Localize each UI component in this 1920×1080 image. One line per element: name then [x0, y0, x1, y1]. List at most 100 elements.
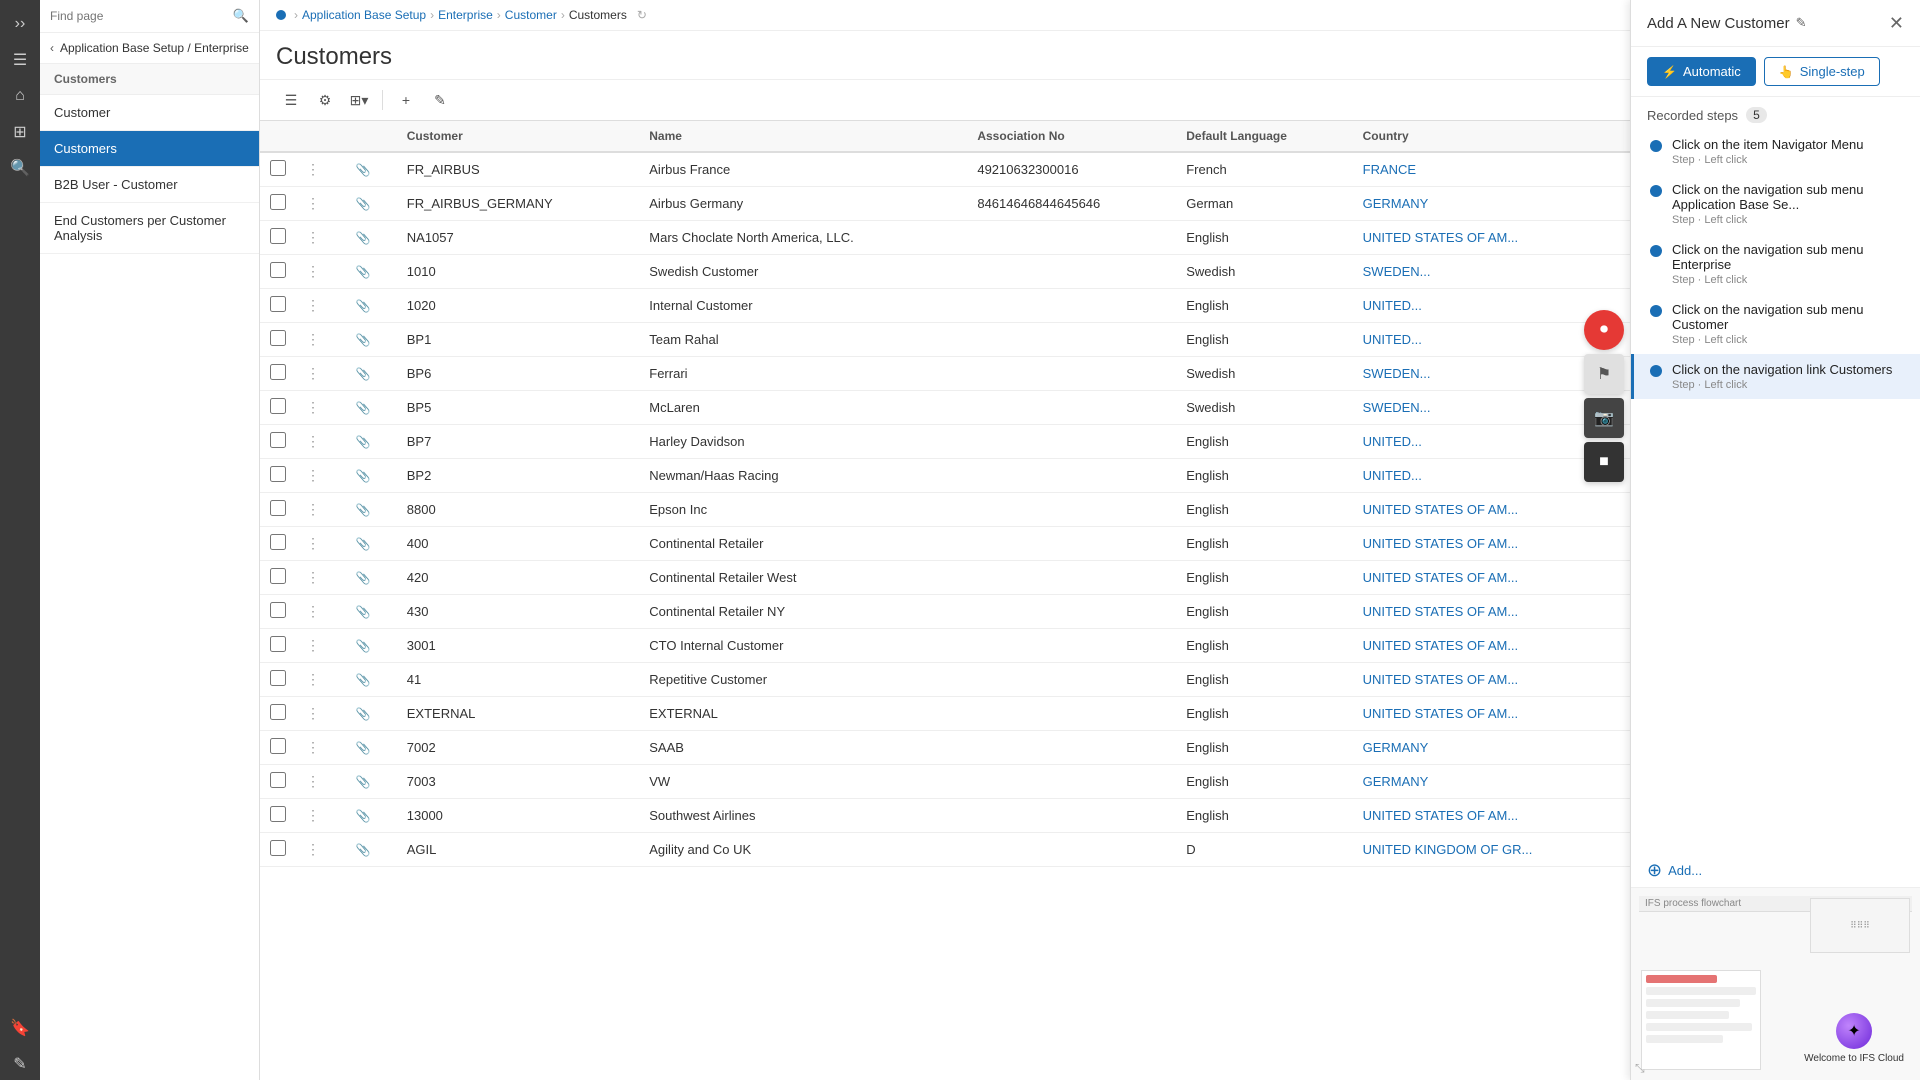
row-attachment-icon[interactable]: 📎	[356, 673, 371, 687]
row-context-menu[interactable]: ⋮	[306, 399, 320, 415]
row-dots-cell[interactable]: ⋮	[296, 595, 346, 629]
row-checkbox-cell[interactable]	[260, 833, 296, 867]
row-context-menu[interactable]: ⋮	[306, 773, 320, 789]
row-context-menu[interactable]: ⋮	[306, 739, 320, 755]
row-clip-cell[interactable]: 📎	[346, 187, 397, 221]
row-clip-cell[interactable]: 📎	[346, 629, 397, 663]
breadcrumb-enterprise[interactable]: Enterprise	[438, 8, 493, 22]
row-attachment-icon[interactable]: 📎	[356, 639, 371, 653]
row-attachment-icon[interactable]: 📎	[356, 707, 371, 721]
row-dots-cell[interactable]: ⋮	[296, 629, 346, 663]
chevron-right-icon[interactable]: ››	[4, 8, 36, 40]
row-dots-cell[interactable]: ⋮	[296, 289, 346, 323]
row-clip-cell[interactable]: 📎	[346, 799, 397, 833]
row-checkbox[interactable]	[270, 194, 286, 210]
row-checkbox-cell[interactable]	[260, 527, 296, 561]
row-checkbox[interactable]	[270, 534, 286, 550]
table-row[interactable]: ⋮ 📎 FR_AIRBUS Airbus France 492106323000…	[260, 152, 1630, 187]
row-checkbox[interactable]	[270, 806, 286, 822]
row-clip-cell[interactable]: 📎	[346, 357, 397, 391]
find-page-input[interactable]	[50, 9, 227, 23]
pencil-icon[interactable]: ✎	[4, 1048, 36, 1080]
col-assoc[interactable]: Association No	[967, 121, 1176, 152]
row-attachment-icon[interactable]: 📎	[356, 571, 371, 585]
row-dots-cell[interactable]: ⋮	[296, 425, 346, 459]
row-checkbox-cell[interactable]	[260, 697, 296, 731]
row-dots-cell[interactable]: ⋮	[296, 731, 346, 765]
flag-button[interactable]: ⚑	[1584, 354, 1624, 394]
row-checkbox-cell[interactable]	[260, 663, 296, 697]
row-context-menu[interactable]: ⋮	[306, 841, 320, 857]
table-row[interactable]: ⋮ 📎 NA1057 Mars Choclate North America, …	[260, 221, 1630, 255]
row-checkbox-cell[interactable]	[260, 425, 296, 459]
row-attachment-icon[interactable]: 📎	[356, 163, 371, 177]
row-clip-cell[interactable]: 📎	[346, 561, 397, 595]
row-checkbox-cell[interactable]	[260, 289, 296, 323]
row-context-menu[interactable]: ⋮	[306, 161, 320, 177]
step-item-step5[interactable]: Click on the navigation link Customers S…	[1631, 354, 1920, 399]
row-attachment-icon[interactable]: 📎	[356, 537, 371, 551]
row-dots-cell[interactable]: ⋮	[296, 323, 346, 357]
sidebar-item-customer[interactable]: Customer	[40, 95, 259, 131]
list-view-button[interactable]: ☰	[276, 86, 306, 114]
row-dots-cell[interactable]: ⋮	[296, 697, 346, 731]
row-context-menu[interactable]: ⋮	[306, 705, 320, 721]
row-checkbox[interactable]	[270, 228, 286, 244]
row-dots-cell[interactable]: ⋮	[296, 765, 346, 799]
row-dots-cell[interactable]: ⋮	[296, 221, 346, 255]
row-checkbox[interactable]	[270, 568, 286, 584]
table-row[interactable]: ⋮ 📎 7002 SAAB English GERMANY	[260, 731, 1630, 765]
table-row[interactable]: ⋮ 📎 1020 Internal Customer English UNITE…	[260, 289, 1630, 323]
row-context-menu[interactable]: ⋮	[306, 569, 320, 585]
row-checkbox-cell[interactable]	[260, 152, 296, 187]
col-lang[interactable]: Default Language	[1176, 121, 1352, 152]
row-checkbox-cell[interactable]	[260, 595, 296, 629]
stop-button[interactable]: ■	[1584, 442, 1624, 482]
row-checkbox[interactable]	[270, 364, 286, 380]
row-checkbox[interactable]	[270, 840, 286, 856]
row-checkbox-cell[interactable]	[260, 561, 296, 595]
row-attachment-icon[interactable]: 📎	[356, 469, 371, 483]
table-row[interactable]: ⋮ 📎 41 Repetitive Customer English UNITE…	[260, 663, 1630, 697]
row-dots-cell[interactable]: ⋮	[296, 152, 346, 187]
row-checkbox-cell[interactable]	[260, 731, 296, 765]
row-context-menu[interactable]: ⋮	[306, 467, 320, 483]
breadcrumb-customer[interactable]: Customer	[505, 8, 557, 22]
row-dots-cell[interactable]: ⋮	[296, 391, 346, 425]
row-attachment-icon[interactable]: 📎	[356, 401, 371, 415]
sidebar-item-b2b[interactable]: B2B User - Customer	[40, 167, 259, 203]
row-clip-cell[interactable]: 📎	[346, 731, 397, 765]
row-attachment-icon[interactable]: 📎	[356, 197, 371, 211]
row-checkbox-cell[interactable]	[260, 629, 296, 663]
row-context-menu[interactable]: ⋮	[306, 637, 320, 653]
breadcrumb-app-base[interactable]: Application Base Setup	[302, 8, 426, 22]
row-context-menu[interactable]: ⋮	[306, 671, 320, 687]
table-row[interactable]: ⋮ 📎 1010 Swedish Customer Swedish SWEDEN…	[260, 255, 1630, 289]
row-attachment-icon[interactable]: 📎	[356, 231, 371, 245]
row-context-menu[interactable]: ⋮	[306, 807, 320, 823]
row-dots-cell[interactable]: ⋮	[296, 255, 346, 289]
row-checkbox[interactable]	[270, 160, 286, 176]
row-dots-cell[interactable]: ⋮	[296, 561, 346, 595]
edit-button[interactable]: ✎	[425, 86, 455, 114]
bookmark-icon[interactable]: 🔖	[4, 1012, 36, 1044]
row-attachment-icon[interactable]: 📎	[356, 503, 371, 517]
row-checkbox[interactable]	[270, 466, 286, 482]
table-row[interactable]: ⋮ 📎 AGIL Agility and Co UK D UNITED KING…	[260, 833, 1630, 867]
add-button[interactable]: +	[391, 86, 421, 114]
row-clip-cell[interactable]: 📎	[346, 493, 397, 527]
table-row[interactable]: ⋮ 📎 BP2 Newman/Haas Racing English UNITE…	[260, 459, 1630, 493]
table-row[interactable]: ⋮ 📎 7003 VW English GERMANY	[260, 765, 1630, 799]
row-checkbox-cell[interactable]	[260, 255, 296, 289]
refresh-icon[interactable]: ↻	[637, 8, 647, 22]
row-context-menu[interactable]: ⋮	[306, 603, 320, 619]
sidebar-back-button[interactable]: ‹ Application Base Setup / Enterprise	[40, 33, 259, 64]
panel-close-button[interactable]: ✕	[1889, 14, 1904, 32]
row-attachment-icon[interactable]: 📎	[356, 367, 371, 381]
row-clip-cell[interactable]: 📎	[346, 255, 397, 289]
row-checkbox[interactable]	[270, 432, 286, 448]
row-clip-cell[interactable]: 📎	[346, 595, 397, 629]
table-row[interactable]: ⋮ 📎 BP5 McLaren Swedish SWEDEN...	[260, 391, 1630, 425]
row-attachment-icon[interactable]: 📎	[356, 775, 371, 789]
row-checkbox-cell[interactable]	[260, 765, 296, 799]
